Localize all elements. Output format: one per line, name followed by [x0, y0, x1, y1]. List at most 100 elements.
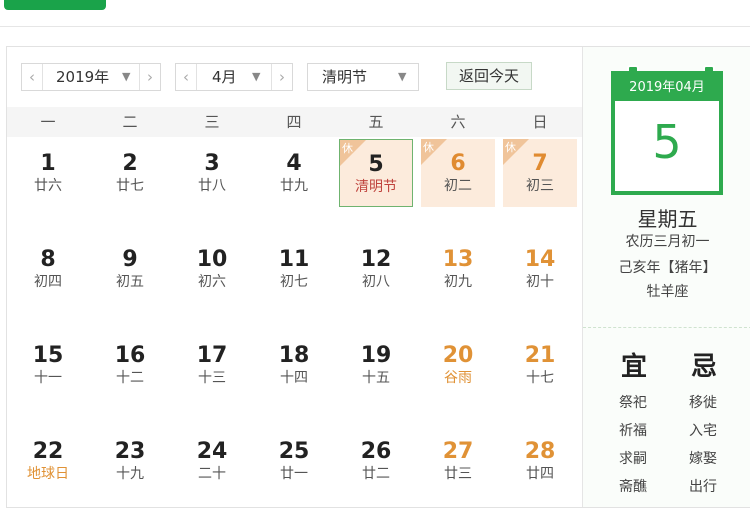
lunar-day: 初四: [34, 274, 62, 290]
chevron-down-icon: ▼: [122, 70, 131, 83]
lunar-day: 初十: [526, 274, 554, 290]
day-number: 4: [286, 151, 302, 176]
day-cell[interactable]: 11 初七: [257, 235, 331, 303]
day-cell[interactable]: 19 十五: [339, 331, 413, 399]
day-number: 23: [114, 439, 146, 464]
lunar-day: 初八: [362, 274, 390, 290]
lunar-day: 廿九: [280, 178, 308, 194]
day-cell[interactable]: 27 廿三: [421, 427, 495, 495]
day-number: 22: [32, 439, 64, 464]
ji-heading: 忌: [691, 352, 718, 382]
calendar-widget: ‹ 2019年 ▼ › ‹ 4月 ▼ › 清明节 ▼ 返回今天 一二三四五六日 …: [6, 46, 750, 508]
next-month-arrow-icon[interactable]: ›: [271, 64, 292, 90]
next-year-arrow-icon[interactable]: ›: [139, 64, 160, 90]
lunar-day: 十九: [116, 466, 144, 482]
weekday-label: 二: [122, 113, 138, 131]
day-number: 8: [40, 247, 56, 272]
month-selector[interactable]: ‹ 4月 ▼ ›: [175, 63, 293, 91]
holiday-value: 清明节: [322, 68, 368, 86]
day-number: 26: [360, 439, 392, 464]
yi-item: 斋醮: [619, 479, 647, 495]
day-number: 14: [524, 247, 556, 272]
day-cell[interactable]: 8 初四: [11, 235, 85, 303]
ji-item: 移徙: [689, 395, 717, 411]
day-cell[interactable]: 18 十四: [257, 331, 331, 399]
month-value: 4月: [212, 68, 237, 86]
day-cell[interactable]: 10 初六: [175, 235, 249, 303]
day-number: 25: [278, 439, 310, 464]
day-cell[interactable]: 15 十一: [11, 331, 85, 399]
date-card: 2019年04月 5: [611, 65, 723, 195]
prev-year-arrow-icon[interactable]: ‹: [22, 64, 43, 90]
day-number: 16: [114, 343, 146, 368]
day-cell[interactable]: 3 廿八: [175, 139, 249, 207]
day-cell[interactable]: 25 廿一: [257, 427, 331, 495]
day-number: 21: [524, 343, 556, 368]
day-cell[interactable]: 休 5 清明节: [339, 139, 413, 207]
lunar-day: 地球日: [27, 466, 69, 482]
lunar-day: 十三: [198, 370, 226, 386]
weekday-label: 一: [40, 113, 56, 131]
holiday-badge: 休: [503, 139, 529, 165]
lunar-day: 十五: [362, 370, 390, 386]
yi-item: 祈福: [619, 423, 647, 439]
holiday-selector[interactable]: 清明节 ▼: [307, 63, 419, 91]
day-cell[interactable]: 13 初九: [421, 235, 495, 303]
holiday-badge-label: 休: [423, 141, 434, 154]
day-cell[interactable]: 休 6 初二: [421, 139, 495, 207]
day-cell[interactable]: 17 十三: [175, 331, 249, 399]
day-number: 9: [122, 247, 138, 272]
day-cell[interactable]: 28 廿四: [503, 427, 577, 495]
day-cell[interactable]: 16 十二: [93, 331, 167, 399]
weekday-label: 五: [368, 113, 384, 131]
yi-ji-section: 宜 忌 祭祀 祈福 求嗣 斋醮 移徙 入宅 嫁娶 出行: [583, 327, 750, 508]
day-cell[interactable]: 休 7 初三: [503, 139, 577, 207]
day-cell[interactable]: 2 廿七: [93, 139, 167, 207]
day-cell[interactable]: 1 廿六: [11, 139, 85, 207]
yi-item: 祭祀: [619, 395, 647, 411]
lunar-day: 初九: [444, 274, 472, 290]
day-cell[interactable]: 24 二十: [175, 427, 249, 495]
day-cell[interactable]: 23 十九: [93, 427, 167, 495]
day-number: 17: [196, 343, 228, 368]
back-to-today-button[interactable]: 返回今天: [446, 62, 532, 90]
ji-item: 出行: [689, 479, 717, 495]
day-cell[interactable]: 9 初五: [93, 235, 167, 303]
day-number: 20: [442, 343, 474, 368]
day-cell[interactable]: 21 十七: [503, 331, 577, 399]
date-detail-panel: 2019年04月 5 星期五 农历三月初一 己亥年【猪年】 牡羊座 宜 忌 祭祀…: [582, 47, 750, 507]
weekday-label: 星期五: [637, 207, 698, 231]
weekday-label: 日: [532, 113, 548, 131]
day-cell[interactable]: 14 初十: [503, 235, 577, 303]
year-selector[interactable]: ‹ 2019年 ▼ ›: [21, 63, 161, 91]
day-cell[interactable]: 4 廿九: [257, 139, 331, 207]
lunar-day: 初三: [526, 178, 554, 194]
day-number: 15: [32, 343, 64, 368]
day-number: 10: [196, 247, 228, 272]
day-number: 11: [278, 247, 310, 272]
weekday-label: 六: [450, 113, 466, 131]
day-number: 27: [442, 439, 474, 464]
lunar-day: 廿二: [362, 466, 390, 482]
day-cell[interactable]: 22 地球日: [11, 427, 85, 495]
holiday-badge-label: 休: [505, 141, 516, 154]
day-cell[interactable]: 26 廿二: [339, 427, 413, 495]
chevron-down-icon: ▼: [398, 70, 407, 83]
lunar-day: 廿七: [116, 178, 144, 194]
lunar-day: 二十: [198, 466, 226, 482]
search-button[interactable]: [4, 0, 106, 10]
card-day: 5: [652, 115, 682, 169]
lunar-day: 初五: [116, 274, 144, 290]
lunar-day: 廿八: [198, 178, 226, 194]
constellation: 牡羊座: [646, 284, 689, 300]
weekday-label: 三: [204, 113, 220, 131]
lunar-day: 初二: [444, 178, 472, 194]
lunar-day: 清明节: [355, 179, 397, 195]
lunar-day: 十四: [280, 370, 308, 386]
prev-month-arrow-icon[interactable]: ‹: [176, 64, 197, 90]
day-number: 2: [122, 151, 138, 176]
card-header: 2019年04月: [611, 71, 723, 101]
day-cell[interactable]: 12 初八: [339, 235, 413, 303]
day-cell[interactable]: 20 谷雨: [421, 331, 495, 399]
day-number: 13: [442, 247, 474, 272]
